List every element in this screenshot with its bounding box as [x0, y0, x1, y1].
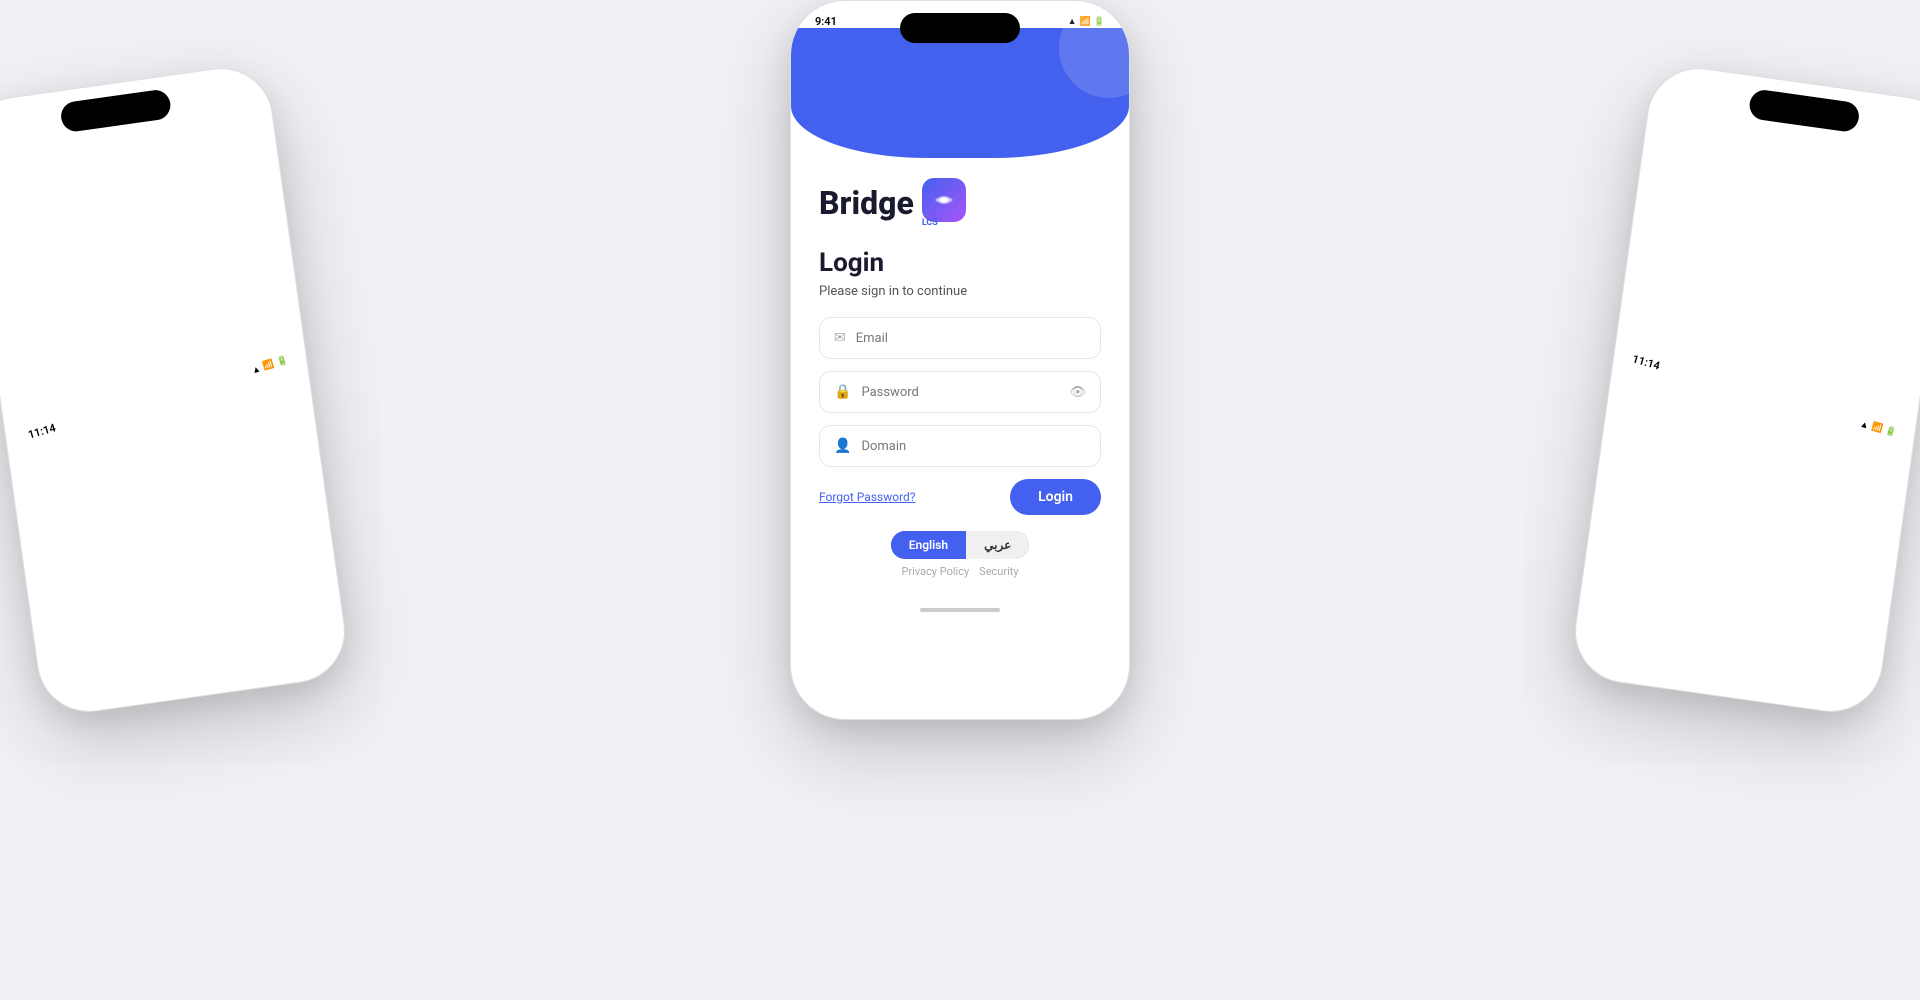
profile-name: Atlas	[1637, 696, 1746, 718]
battery-icon: 🔋	[276, 356, 290, 369]
login-subtitle: Please sign in to continue	[819, 284, 1101, 299]
email-field[interactable]: ✉ Email	[819, 317, 1101, 359]
password-field[interactable]: 🔒 Password 👁	[819, 371, 1101, 413]
logo-lcs: LCS	[922, 218, 966, 228]
logo-icon	[922, 178, 966, 222]
login-button[interactable]: Login	[1010, 479, 1101, 515]
login-blue-header	[791, 28, 1129, 158]
login-footer: Privacy Policy Security	[819, 565, 1101, 578]
right-status-bar: 11:14 ▲ 📶 🔋	[1568, 61, 1920, 718]
forgot-password-link[interactable]: Forgot Password?	[819, 490, 915, 504]
email-icon: ✉	[834, 330, 846, 346]
eye-icon[interactable]: 👁	[1069, 385, 1086, 400]
right-signal-icon: 📶	[1870, 422, 1884, 435]
left-status-icons: ▲ 📶 🔋	[250, 355, 289, 376]
left-phone: 11:14 ▲ 📶 🔋 Dashboard June ▾ SLO 🔔 Good …	[0, 61, 352, 718]
lang-english-option[interactable]: English	[891, 531, 966, 559]
lang-pill: English عربي	[891, 531, 1030, 559]
profile-avatar	[1577, 692, 1627, 718]
lang-arabic-option[interactable]: عربي	[966, 531, 1029, 559]
privacy-policy-link[interactable]: Privacy Policy	[901, 565, 969, 578]
login-content: Bridge LCS Login Please sign in to conti…	[791, 158, 1129, 594]
forgot-login-row: Forgot Password? Login	[819, 479, 1101, 515]
home-bar	[920, 608, 1000, 612]
left-time: 11:14	[26, 421, 57, 441]
login-logo: Bridge LCS	[819, 178, 1101, 228]
profile-email: amaertla@glaubetech.com	[1636, 712, 1745, 718]
email-placeholder: Email	[856, 331, 1086, 346]
domain-icon: 👤	[834, 438, 851, 454]
right-wifi-icon: ▲	[1859, 418, 1871, 431]
bridge-logo-svg	[932, 188, 956, 212]
right-phone: 11:14 ▲ 📶 🔋 Atlas amaertla@glaubetech.co…	[1568, 61, 1920, 718]
language-toggle: English عربي	[819, 531, 1101, 559]
left-status-bar: 11:14 ▲ 📶 🔋	[0, 61, 352, 718]
domain-field[interactable]: 👤 Domain	[819, 425, 1101, 467]
security-link[interactable]: Security	[979, 565, 1018, 578]
lock-icon: 🔒	[834, 384, 851, 400]
logo-text: Bridge	[819, 184, 914, 222]
logo-icon-wrapper: LCS	[922, 178, 966, 228]
signal-icon: 📶	[262, 359, 276, 372]
center-time: 9:41	[815, 15, 837, 28]
avatar-svg	[1585, 700, 1619, 719]
profile-info: Atlas amaertla@glaubetech.com English عر…	[1632, 696, 1746, 718]
password-placeholder: Password	[861, 385, 1059, 400]
wifi-icon: ▲	[250, 363, 262, 376]
right-status-icons: ▲ 📶 🔋	[1859, 418, 1898, 439]
login-title: Login	[819, 248, 1101, 278]
right-time: 11:14	[1631, 352, 1662, 372]
right-battery-icon: 🔋	[1884, 426, 1898, 439]
domain-placeholder: Domain	[861, 439, 1086, 454]
home-indicator	[791, 594, 1129, 618]
center-phone: 9:41 ▲ 📶 🔋 Bridge LCS Login	[790, 0, 1130, 720]
